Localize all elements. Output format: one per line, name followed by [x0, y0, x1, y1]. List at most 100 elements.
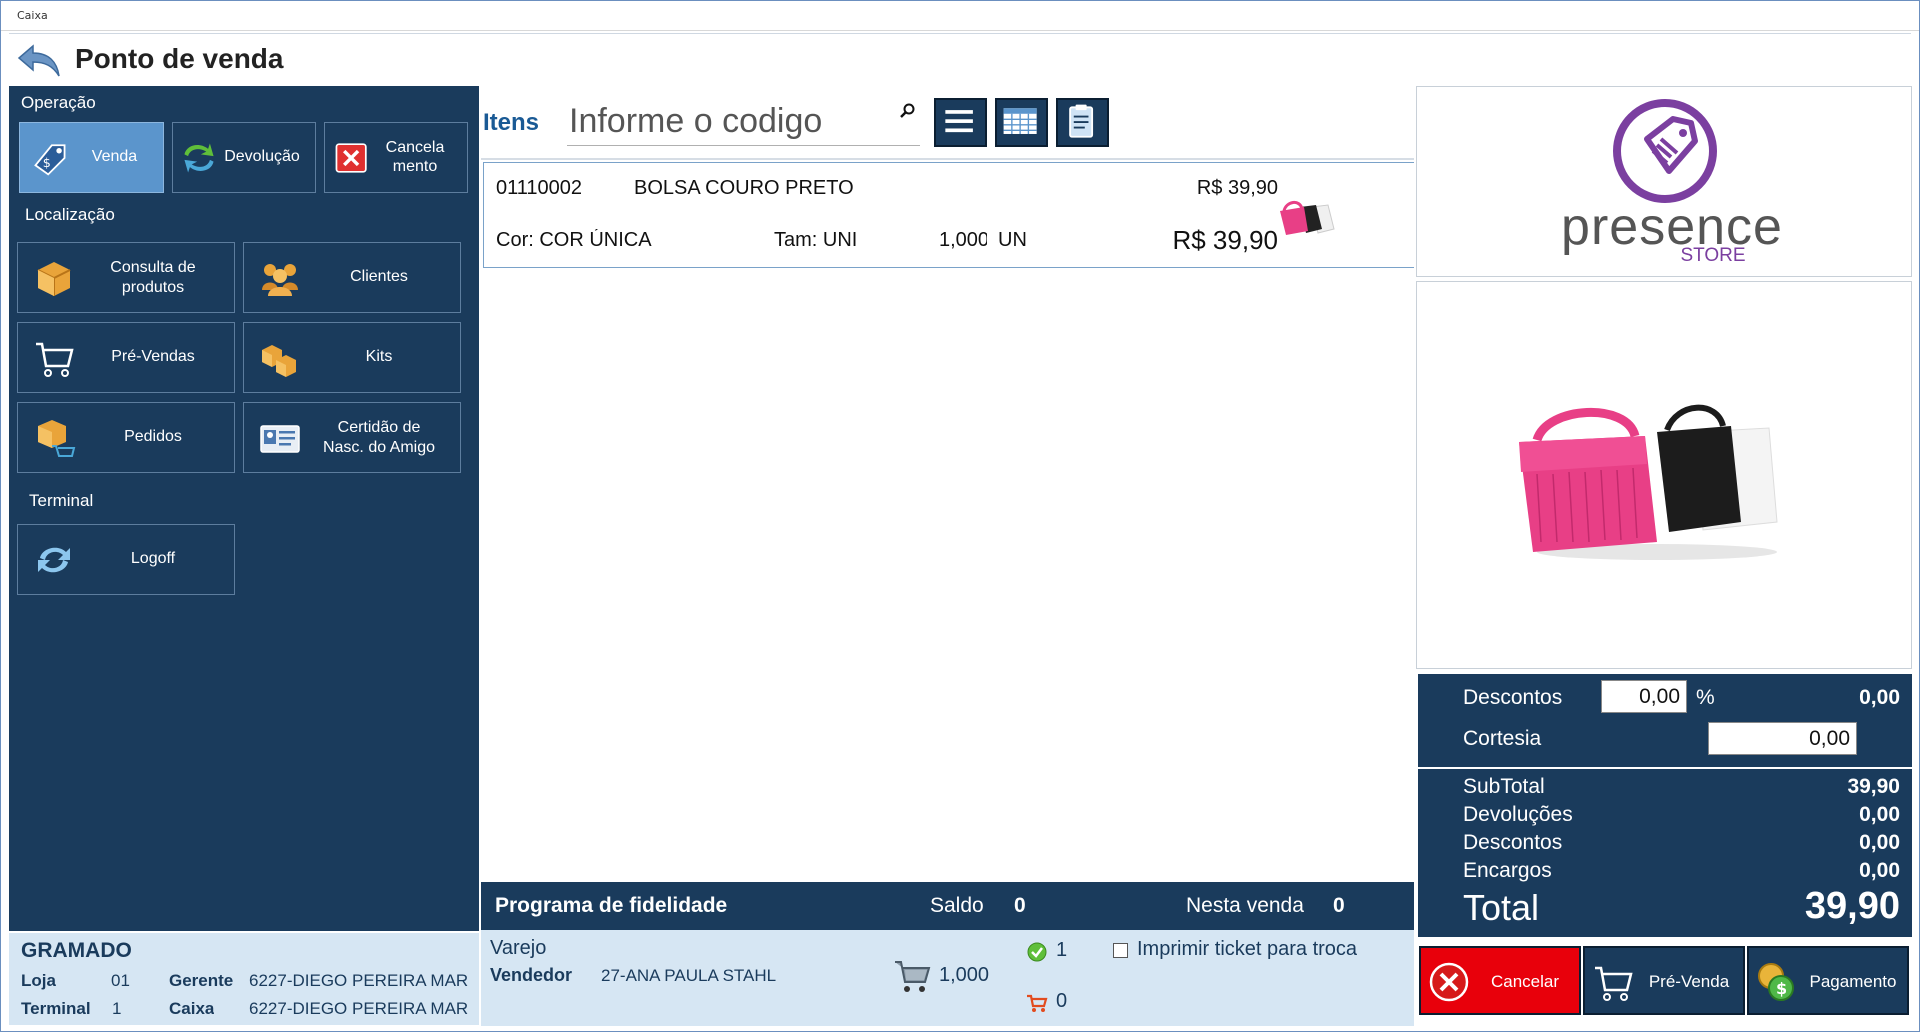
pre-vendas-button[interactable]: Pré-Vendas [17, 322, 235, 393]
page-title: Ponto de venda [75, 43, 284, 74]
total-value: 39,90 [1804, 885, 1900, 927]
cancel-x-icon [335, 142, 367, 173]
boxes-icon [262, 344, 296, 377]
consulta-label-l2: produtos [121, 278, 185, 296]
item-quantity: 1,000 [939, 229, 987, 251]
encargos-label: Encargos [1463, 859, 1552, 882]
clientes-label: Clientes [350, 268, 408, 286]
cart-outline-icon [36, 342, 74, 377]
totals-panel: SubTotal 39,90 Devoluções 0,00 Descontos… [1418, 769, 1912, 937]
saldo-label: Saldo [930, 894, 984, 917]
toolbar-divider [481, 158, 1414, 160]
users-group-icon [262, 263, 298, 296]
check-count: 1 [1056, 939, 1068, 961]
table-grid-icon [1003, 108, 1037, 134]
descontos-label: Descontos [1463, 686, 1563, 709]
section-localizacao: Localização [25, 205, 115, 224]
venda-button[interactable]: $ Venda [19, 122, 164, 193]
cancel-circle-icon [1429, 962, 1469, 1002]
sale-type: Varejo [490, 937, 547, 959]
devolucoes-value: 0,00 [1859, 803, 1900, 826]
items-panel: Itens Informe o codigo 01110002 BOLSA CO… [481, 86, 1414, 1026]
section-terminal: Terminal [29, 491, 94, 510]
box-icon [37, 261, 71, 296]
kits-label: Kits [365, 348, 393, 366]
cancelamento-label-l2: mento [392, 157, 438, 175]
print-ticket-checkbox[interactable] [1113, 943, 1128, 958]
id-card-icon [260, 424, 300, 453]
app-window: Caixa Ponto de venda Operação $ Venda De… [0, 0, 1920, 1032]
discount-panel: Descontos 0,00 % 0,00 Cortesia 0,00 [1418, 674, 1912, 767]
small-cart-icon [1027, 994, 1048, 1012]
brand-logo-subtext: STORE [1680, 245, 1746, 266]
pagamento-button[interactable]: $ Pagamento [1747, 946, 1909, 1015]
product-thumbnail [1280, 201, 1335, 235]
section-operacao: Operação [21, 93, 96, 112]
clipboard-button[interactable] [1056, 98, 1109, 147]
clientes-button[interactable]: Clientes [243, 242, 461, 313]
percent-sign: % [1696, 686, 1715, 709]
cart-count: 0 [1056, 990, 1068, 1012]
total-label: Total [1463, 887, 1540, 928]
nesta-venda-value: 0 [1333, 894, 1345, 917]
certidao-label-l2: Nasc. do Amigo [322, 438, 436, 456]
coins-money-icon: $ [1758, 963, 1794, 1001]
gerente-label: Gerente [169, 971, 234, 990]
vendedor-value: 27-ANA PAULA STAHL [601, 966, 777, 985]
certidao-button[interactable]: Certidão de Nasc. do Amigo [243, 402, 461, 473]
cortesia-input[interactable]: 0,00 [1708, 722, 1857, 755]
pedidos-button[interactable]: Pedidos [17, 402, 235, 473]
print-ticket-label[interactable]: Imprimir ticket para troca [1137, 938, 1357, 961]
descontos-value: 0,00 [1859, 686, 1900, 709]
title-bar: Caixa [1, 1, 1919, 31]
pre-venda-button[interactable]: Pré-Venda [1583, 946, 1745, 1015]
pre-venda-label: Pré-Venda [1648, 972, 1730, 991]
logoff-label: Logoff [130, 550, 176, 568]
subtotal-value: 39,90 [1847, 775, 1900, 798]
cancelar-button[interactable]: Cancelar [1419, 946, 1581, 1015]
logoff-button[interactable]: Logoff [17, 524, 235, 595]
kits-button[interactable]: Kits [243, 322, 461, 393]
page-header: Ponto de venda [9, 33, 1911, 85]
summary-panel: presence STORE Descontos 0,00 % 0,00 Cor… [1416, 86, 1913, 1026]
cart-quantity: 1,000 [939, 964, 990, 986]
product-photo [1416, 281, 1912, 669]
consulta-produtos-button[interactable]: Consulta de produtos [17, 242, 235, 313]
certidao-label: Certidão de Nasc. do Amigo [306, 418, 452, 458]
item-unit-price: R$ 39,90 [1196, 177, 1278, 199]
fidelity-bar: Programa de fidelidade Saldo 0 Nesta ven… [481, 882, 1414, 930]
list-item[interactable]: 01110002 BOLSA COURO PRETO R$ 39,90 Cor:… [483, 162, 1414, 268]
descontos-total-label: Descontos [1463, 831, 1563, 854]
pagamento-label: Pagamento [1809, 972, 1897, 991]
consulta-label: Consulta de produtos [80, 258, 226, 298]
price-tag-icon: $ [34, 143, 66, 176]
svg-text:$: $ [43, 155, 51, 170]
nesta-venda-label: Nesta venda [1186, 894, 1304, 917]
item-total: R$ 39,90 [1172, 225, 1278, 255]
encargos-value: 0,00 [1859, 859, 1900, 882]
search-input[interactable] [567, 98, 887, 144]
grid-view-button[interactable] [995, 98, 1048, 147]
check-circle-icon [1027, 942, 1047, 962]
clipboard-icon [1069, 104, 1094, 138]
search-icon[interactable] [898, 102, 916, 120]
back-arrow-icon[interactable] [15, 40, 63, 80]
pedidos-label: Pedidos [124, 428, 182, 446]
loja-value: 01 [111, 971, 130, 990]
shopping-cart-icon [895, 961, 931, 992]
cancelamento-button[interactable]: Cancela mento [324, 122, 468, 193]
store-name: GRAMADO [21, 939, 132, 962]
terminal-label: Terminal [21, 999, 91, 1018]
left-panel: Operação $ Venda Devolução Cancela mento… [9, 86, 479, 931]
devolucao-label: Devolução [224, 148, 300, 166]
list-view-button[interactable] [934, 98, 987, 147]
store-info-panel: GRAMADO Loja 01 Gerente 6227-DIEGO PEREI… [9, 933, 479, 1025]
list-icon [945, 110, 973, 133]
descontos-total-value: 0,00 [1859, 831, 1900, 854]
descontos-input[interactable]: 0,00 [1601, 680, 1687, 713]
consulta-label-l1: Consulta de [110, 258, 196, 276]
sale-info-panel: Varejo Vendedor 27-ANA PAULA STAHL 1,000… [481, 930, 1414, 1026]
devolucao-button[interactable]: Devolução [172, 122, 316, 193]
terminal-value: 1 [112, 999, 122, 1018]
item-size: Tam: UNI [774, 229, 858, 251]
